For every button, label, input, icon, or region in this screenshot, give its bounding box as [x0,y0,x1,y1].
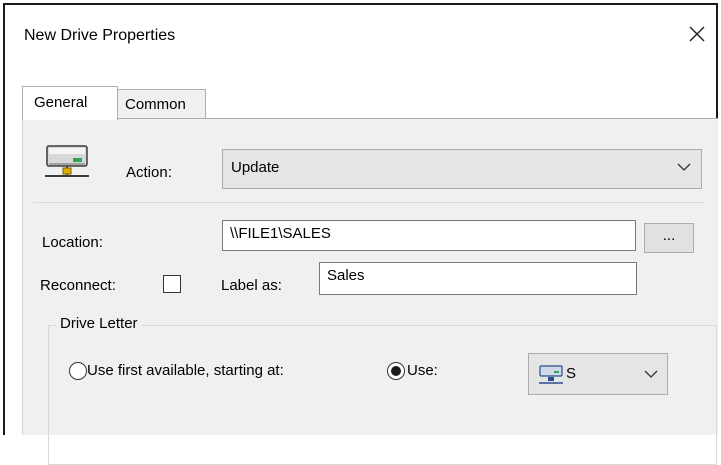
action-label: Action: [126,164,172,181]
action-dropdown[interactable]: Update [222,149,702,189]
chevron-down-icon [677,163,691,171]
general-tab-panel: Action: Update Location: ... Reconnect: … [22,118,718,465]
network-drive-icon [45,145,89,177]
label-as-label: Label as: [221,277,282,294]
window-title: New Drive Properties [24,27,176,44]
tab-common-label: Common [125,96,186,113]
label-as-input[interactable] [327,267,629,284]
action-value: Update [231,159,280,176]
drive-letter-group-title: Drive Letter [56,315,142,332]
tab-general-label: General [34,94,88,111]
use-label: Use: [407,362,438,379]
title-bar: New Drive Properties [5,5,716,66]
tab-common[interactable]: Common [118,89,206,119]
dialog-window: New Drive Properties General Common Acti… [3,3,718,465]
drive-letter-dropdown[interactable]: S [528,353,668,395]
reconnect-label: Reconnect: [40,277,116,294]
reconnect-checkbox[interactable] [163,275,181,293]
browse-button[interactable]: ... [644,223,694,253]
chevron-down-icon [644,370,658,378]
separator [33,202,704,203]
use-first-available-label: Use first available, starting at: [87,362,284,379]
tab-general[interactable]: General [22,86,118,120]
use-first-available-radio[interactable] [69,362,87,380]
tab-bar: General Common [22,86,716,120]
location-label: Location: [42,234,103,251]
label-as-field[interactable] [319,262,637,295]
location-input[interactable] [230,225,628,242]
location-field[interactable] [222,220,636,251]
network-drive-icon [539,365,563,384]
close-icon [689,26,705,42]
use-radio[interactable] [387,362,405,380]
drive-letter-value: S [566,365,577,382]
drive-letter-group: Drive Letter [48,315,717,465]
close-button[interactable] [682,19,712,49]
